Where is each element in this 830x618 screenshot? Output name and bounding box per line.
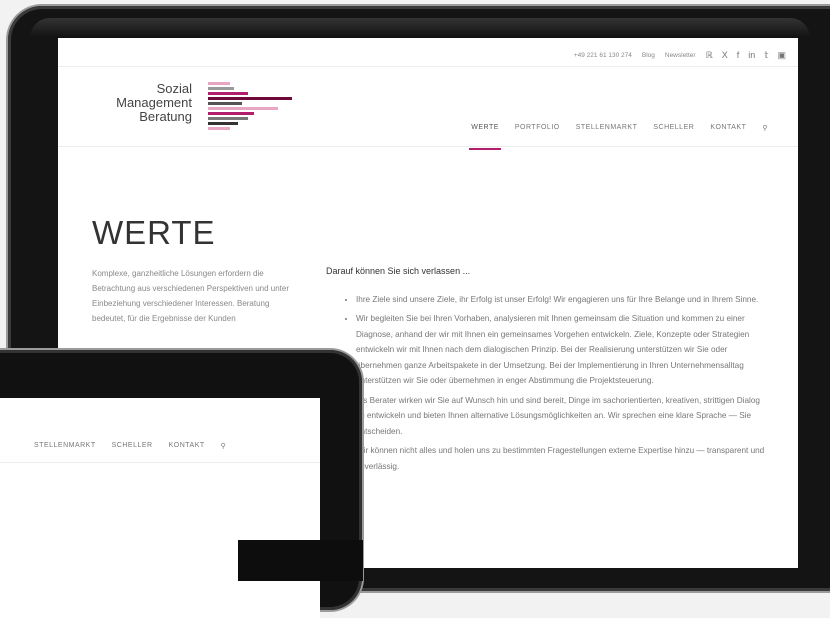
nav-divider	[58, 146, 798, 147]
intro-text: Komplexe, ganzheitliche Lösungen erforde…	[92, 269, 290, 323]
tablet-nav-item-stellenmarkt[interactable]: STELLENMARKT	[34, 442, 96, 450]
youtube-icon[interactable]: ▣	[777, 50, 786, 61]
tablet-search-icon[interactable]: ⚲	[221, 442, 227, 450]
blog-link[interactable]: Blog	[642, 52, 655, 59]
list-item: Wir können nicht alles und holen uns zu …	[356, 443, 766, 474]
tablet-nav-divider	[0, 462, 320, 463]
tablet-screen: STELLENMARKT SCHELLER KONTAKT ⚲	[0, 398, 320, 618]
rss-icon[interactable]: ℝ	[706, 50, 713, 61]
values-list: Ihre Ziele sind unsere Ziele, ihr Erfolg…	[326, 292, 766, 475]
values-lead: Darauf können Sie sich verlassen ...	[326, 266, 471, 276]
tablet-nav-item-scheller[interactable]: SCHELLER	[112, 442, 153, 450]
monitor-bezel-glare	[30, 18, 810, 38]
xing-icon[interactable]: X	[722, 50, 728, 61]
logo[interactable]: Sozial Management Beratung	[80, 82, 292, 138]
values-section: Darauf können Sie sich verlassen ... Ihr…	[326, 264, 766, 478]
tablet-nav-item-kontakt[interactable]: KONTAKT	[169, 442, 205, 450]
logo-line-2: Management	[116, 95, 192, 110]
top-bar: +49 221 61 130 274 Blog Newsletter ℝ X f…	[574, 48, 786, 62]
logo-line-3: Beratung	[139, 109, 192, 124]
list-item: Wir begleiten Sie bei Ihren Vorhaben, an…	[356, 311, 766, 389]
newsletter-link[interactable]: Newsletter	[665, 52, 696, 59]
linkedin-icon[interactable]: in	[748, 50, 755, 61]
phone-number[interactable]: +49 221 61 130 274	[574, 52, 632, 59]
twitter-icon[interactable]: 𝕥	[764, 50, 768, 61]
top-divider	[58, 66, 798, 67]
tablet-bezel-corner	[238, 540, 363, 581]
logo-text: Sozial Management Beratung	[116, 82, 192, 124]
logo-bars-graphic	[208, 82, 298, 132]
list-item: Als Berater wirken wir Sie auf Wunsch hi…	[356, 393, 766, 440]
page-title: WERTE	[92, 214, 216, 251]
tablet-nav: STELLENMARKT SCHELLER KONTAKT ⚲	[34, 442, 226, 450]
logo-line-1: Sozial	[156, 81, 192, 96]
social-links: ℝ X f in 𝕥 ▣	[706, 50, 786, 61]
facebook-icon[interactable]: f	[737, 50, 740, 61]
list-item: Ihre Ziele sind unsere Ziele, ihr Erfolg…	[356, 292, 766, 308]
